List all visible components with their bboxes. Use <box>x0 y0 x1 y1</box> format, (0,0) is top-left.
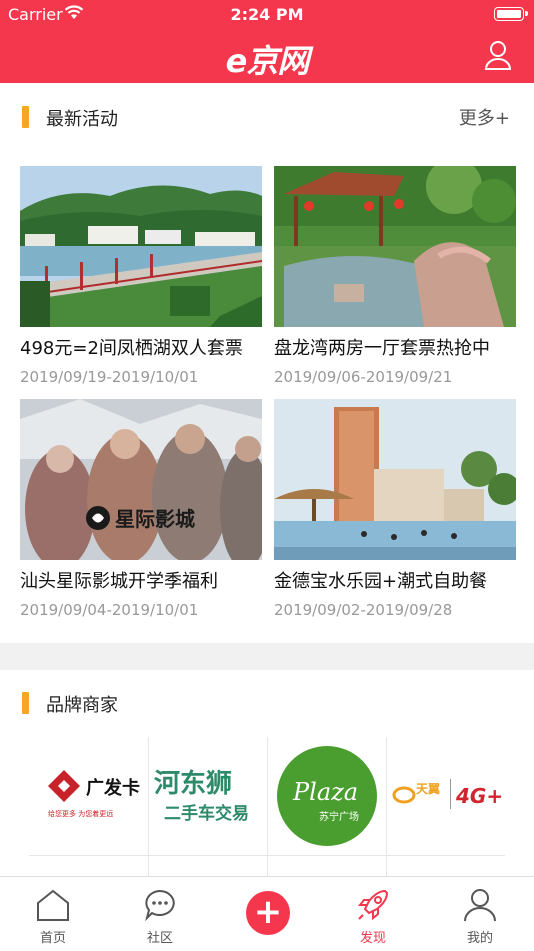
brand-sub: 二手车交易 <box>164 803 249 824</box>
activity-card[interactable]: 498元=2间凤栖湖双人套票 2019/09/19-2019/10/01 <box>20 166 262 386</box>
app-logo: e京网 <box>225 42 310 80</box>
plus-icon[interactable]: + <box>246 891 290 935</box>
tab-label: 首页 <box>39 931 66 946</box>
section-accent-bar <box>22 106 29 128</box>
activity-date: 2019/09/02-2019/09/28 <box>274 601 453 619</box>
user-profile-icon[interactable] <box>484 40 512 70</box>
activity-card[interactable]: 星际影城 汕头星际影城开学季福利 2019/09/04-2019/10/01 <box>20 399 262 619</box>
activity-name: 498元=2间凤栖湖双人套票 <box>20 338 243 359</box>
brands-title: 品牌商家 <box>46 695 118 716</box>
home-icon <box>37 889 69 921</box>
tab-label: 社区 <box>146 931 173 946</box>
status-time: 2:24 PM <box>230 5 304 24</box>
brand-name: Plaza <box>292 778 358 806</box>
brand-sub: 给您更多 为您着更远 <box>48 809 113 818</box>
more-button[interactable]: 更多+ <box>459 104 510 130</box>
brand-sub: 苏宁广场 <box>319 810 359 823</box>
tab-home[interactable]: 首页 <box>0 877 106 951</box>
brand-name: 河东狮 <box>154 768 232 799</box>
activity-date: 2019/09/19-2019/10/01 <box>20 368 199 386</box>
activity-name: 汕头星际影城开学季福利 <box>20 571 218 592</box>
activity-name: 盘龙湾两房一厅套票热抢中 <box>274 338 490 359</box>
brand-name: 天翼 <box>416 782 440 796</box>
brand-sub: 4G+ <box>455 784 502 808</box>
user-icon <box>464 889 496 922</box>
brand-hedongshi[interactable]: 河东狮 二手车交易 <box>148 737 267 855</box>
activity-name: 金德宝水乐园+潮式自助餐 <box>274 571 488 592</box>
battery-icon <box>494 7 528 21</box>
tab-community[interactable]: 社区 <box>107 877 213 951</box>
activity-card[interactable]: 金德宝水乐园+潮式自助餐 2019/09/02-2019/09/28 <box>274 399 516 619</box>
brand-tianyi[interactable]: 天翼 4G+ <box>386 737 505 855</box>
rocket-icon <box>357 889 389 921</box>
tab-mine[interactable]: 我的 <box>427 877 533 951</box>
activity-image-garden[interactable] <box>274 166 516 327</box>
activity-image-waterpark[interactable] <box>274 399 516 560</box>
tab-discover[interactable]: 发现 <box>320 877 426 951</box>
section-divider <box>0 643 534 670</box>
tab-bar: 首页 社区 + 发现 我的 <box>0 876 534 950</box>
section-accent-bar <box>22 692 29 714</box>
cinema-logo-text: 星际影城 <box>115 507 195 531</box>
activities-title: 最新活动 <box>46 109 118 130</box>
status-bar: Carrier 2:24 PM <box>0 0 534 30</box>
brand-guangfa[interactable]: 广发卡 给您更多 为您着更远 <box>29 737 148 855</box>
activities-section-header: 最新活动 更多+ <box>0 98 534 138</box>
brands-section-header: 品牌商家 <box>0 684 534 724</box>
app-header: Carrier 2:24 PM e京网 <box>0 0 534 83</box>
activity-date: 2019/09/04-2019/10/01 <box>20 601 199 619</box>
brand-suning-plaza[interactable]: Plaza 苏宁广场 <box>267 737 386 855</box>
tab-label: 我的 <box>466 931 493 946</box>
brand-grid: 广发卡 给您更多 为您着更远 河东狮 二手车交易 Plaza 苏宁广场 天翼 4… <box>29 737 505 877</box>
chat-icon <box>145 889 175 922</box>
activity-card[interactable]: 盘龙湾两房一厅套票热抢中 2019/09/06-2019/09/21 <box>274 166 516 386</box>
tab-label: 发现 <box>359 931 386 946</box>
activity-image-cinema[interactable]: 星际影城 <box>20 399 262 560</box>
activity-date: 2019/09/06-2019/09/21 <box>274 368 453 386</box>
activity-image-lake[interactable] <box>20 166 262 327</box>
brand-name: 广发卡 <box>86 777 140 799</box>
